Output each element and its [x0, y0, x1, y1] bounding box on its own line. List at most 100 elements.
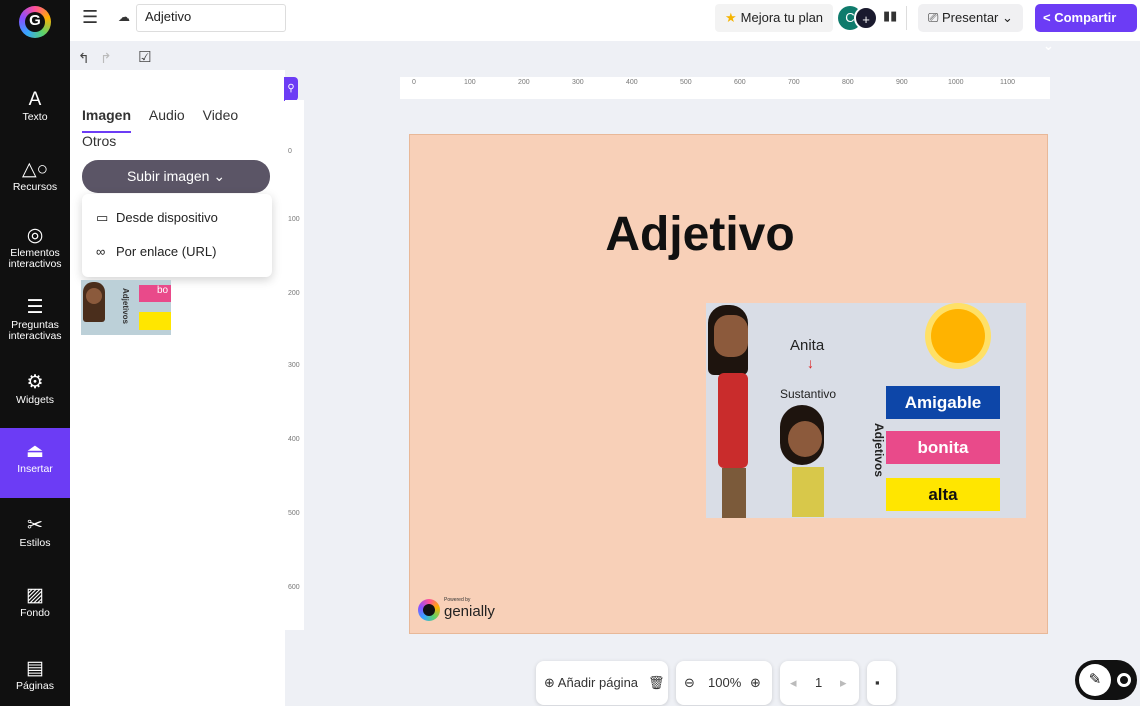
add-collaborator-icon[interactable]: + [854, 6, 878, 30]
slide-title[interactable]: Adjetivo [410, 207, 990, 262]
rail-item-paginas[interactable]: ▤ Páginas [0, 659, 70, 692]
styles-icon: ✂ [27, 515, 43, 536]
document-title-input[interactable]: Adjetivo [136, 4, 286, 32]
share-button[interactable]: < Compartir ⌄ [1035, 4, 1137, 53]
comment-icon: ▪ [875, 675, 880, 690]
pages-icon: ▤ [26, 658, 44, 679]
adjective-box: Amigable [886, 386, 1000, 419]
rail-item-estilos[interactable]: ✂ Estilos [0, 516, 70, 549]
divider [906, 6, 907, 30]
next-page-icon[interactable]: ▸ [840, 661, 847, 705]
tab-otros[interactable]: Otros [82, 133, 116, 157]
thumb-adjective: bo [139, 285, 171, 302]
rail-item-label: Estilos [19, 537, 51, 549]
noun-label: Sustantivo [780, 387, 837, 401]
left-rail: G A Texto △○ Recursos ◎ Elementos intera… [0, 0, 70, 706]
trash-icon[interactable]: 🗑 [648, 661, 665, 705]
insert-panel: Imagen Audio Video Otros Subir imagen ⌄ … [70, 70, 285, 706]
name-label: Anita [790, 337, 825, 354]
ruler-label: 500 [680, 79, 692, 86]
menu-item-device[interactable]: ▭ Desde dispositivo [96, 208, 218, 228]
rail-item-label: Insertar [17, 463, 53, 475]
ruler-label: 800 [842, 79, 854, 86]
present-label: Presentar [942, 10, 999, 25]
upload-menu: ▭ Desde dispositivo ∞ Por enlace (URL) [82, 194, 272, 277]
prev-page-icon[interactable]: ◂ [790, 661, 797, 705]
upload-image-button[interactable]: Subir imagen ⌄ [82, 160, 270, 193]
brand-label: genially [444, 603, 495, 620]
star-icon: ★ [725, 10, 737, 25]
stats-icon[interactable]: ▮▮ [883, 8, 897, 24]
text-icon: A [28, 89, 42, 110]
interactive-icon: ◎ [26, 225, 44, 246]
zoom-in-icon[interactable]: ⊕ [750, 661, 761, 705]
clipboard-check-icon[interactable]: ☑ [138, 48, 151, 66]
undo-icon[interactable]: ↰ [78, 50, 90, 67]
ruler-label: 400 [288, 436, 300, 443]
slide-canvas[interactable]: Adjetivo Anita ↓ Sustantivo Adjetivos Am… [409, 134, 1048, 634]
zoom-level[interactable]: 100% [708, 661, 741, 705]
rail-item-recursos[interactable]: △○ Recursos [0, 160, 70, 193]
girl-body [792, 467, 824, 517]
ruler-left: 0 100 200 300 400 500 600 [285, 100, 304, 630]
woman-legs [722, 468, 746, 518]
rail-item-texto[interactable]: A Texto [0, 90, 70, 123]
adjective-box: alta [886, 478, 1000, 511]
comments-button[interactable]: ▪ [867, 661, 896, 705]
rail-item-label: Fondo [20, 607, 50, 619]
redo-icon[interactable]: ↱ [100, 50, 112, 67]
rail-item-widgets[interactable]: ⚙ Widgets [0, 373, 70, 406]
share-icon: < [1043, 10, 1055, 25]
plus-circle-icon: ⊕ [544, 675, 558, 690]
add-page-label: Añadir página [557, 675, 639, 690]
upgrade-label: Mejora tu plan [740, 10, 824, 25]
rail-item-label: Texto [22, 111, 48, 123]
image-thumbnail[interactable]: Adjetivos bo [81, 280, 171, 335]
slide-illustration[interactable]: Anita ↓ Sustantivo Adjetivos Amigable bo… [706, 303, 1026, 518]
edit-mode-toggle[interactable]: ✎ [1075, 660, 1137, 700]
rail-item-insertar[interactable]: ⏏ Insertar [0, 428, 70, 498]
rail-item-preguntas-interactivas[interactable]: ☰ Preguntas interactivas [0, 298, 70, 342]
adjective-box: bonita [886, 431, 1000, 464]
upgrade-button[interactable]: ★ Mejora tu plan [715, 4, 834, 32]
tab-video[interactable]: Video [203, 107, 239, 131]
rail-item-label: Páginas [16, 680, 54, 692]
thumb-yellow-box [139, 312, 171, 330]
chevron-down-icon: ⌄ [998, 10, 1013, 25]
ruler-label: 0 [288, 148, 292, 155]
insert-icon: ⏏ [26, 441, 44, 462]
shapes-icon: △○ [21, 159, 49, 180]
ruler-label: 1100 [1000, 79, 1016, 86]
background-icon: ▨ [26, 585, 44, 606]
menu-icon[interactable]: ☰ [82, 7, 98, 28]
ruler-label: 600 [734, 79, 746, 86]
rail-item-fondo[interactable]: ▨ Fondo [0, 586, 70, 619]
tab-imagen[interactable]: Imagen [82, 107, 132, 133]
collapse-panel-icon[interactable]: ⚲ [284, 77, 298, 101]
add-page-button[interactable]: ⊕ Añadir página [544, 661, 638, 705]
zoom-group: ⊖ 100% ⊕ [676, 661, 772, 705]
menu-item-label: Por enlace (URL) [116, 244, 217, 259]
ruler-label: 300 [572, 79, 584, 86]
cloud-icon: ☁ [118, 10, 130, 24]
sun-icon [931, 309, 985, 363]
thumb-vertical-label: Adjetivos [121, 288, 130, 325]
laptop-icon: ▭ [96, 210, 109, 225]
menu-item-url[interactable]: ∞ Por enlace (URL) [96, 242, 216, 262]
present-button[interactable]: ⎚ Presentar ⌄ [918, 4, 1023, 32]
zoom-out-icon[interactable]: ⊖ [684, 661, 695, 705]
ruler-label: 200 [288, 290, 300, 297]
ruler-label: 900 [896, 79, 908, 86]
page-number[interactable]: 1 [815, 661, 822, 705]
girl-face [86, 288, 102, 304]
quiz-list-icon: ☰ [26, 297, 44, 318]
upload-label: Subir imagen [126, 168, 210, 184]
ruler-label: 100 [288, 216, 300, 223]
ruler-label: 200 [518, 79, 530, 86]
rail-item-label: Elementos interactivos [8, 247, 62, 270]
girl-face [788, 421, 822, 457]
tab-audio[interactable]: Audio [149, 107, 185, 131]
genially-logo-icon[interactable]: G [19, 6, 51, 38]
rail-item-elementos-interactivos[interactable]: ◎ Elementos interactivos [0, 226, 70, 270]
adjectives-vertical-label: Adjetivos [872, 423, 886, 478]
